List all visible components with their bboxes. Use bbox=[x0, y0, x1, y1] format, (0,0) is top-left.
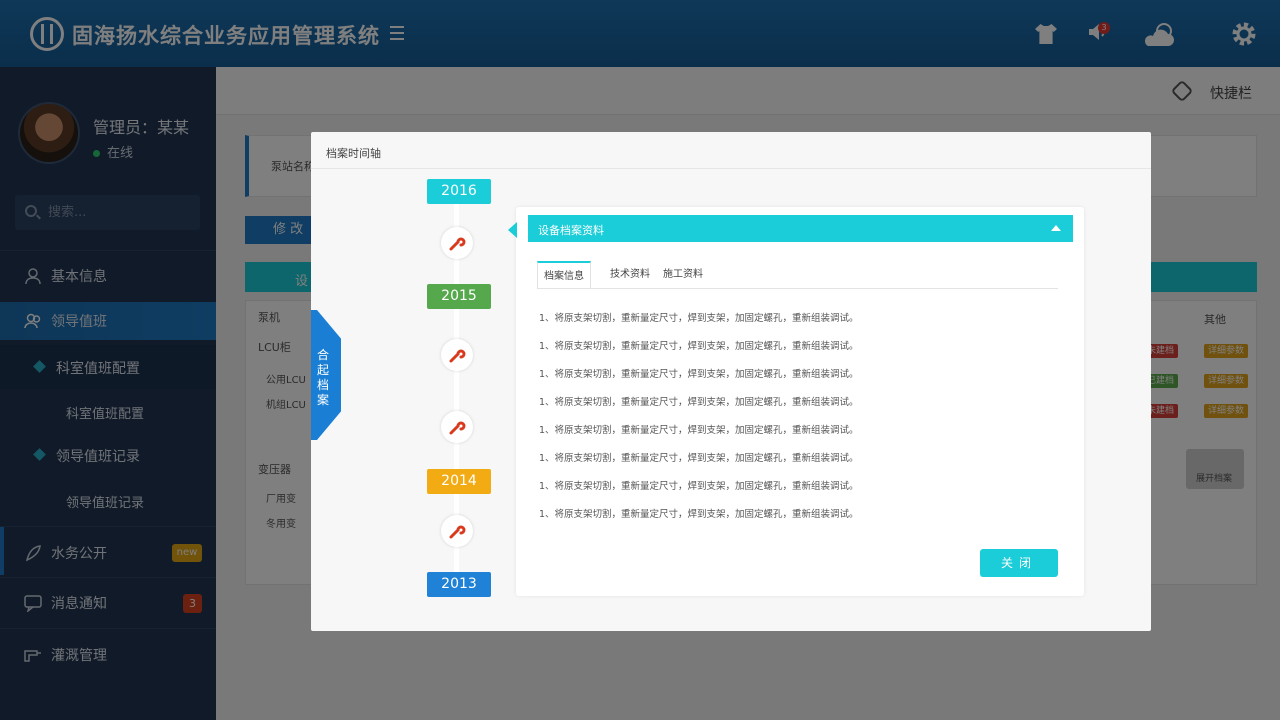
wrench-icon[interactable] bbox=[441, 339, 473, 371]
panel-header[interactable]: 设备档案资料 bbox=[528, 215, 1073, 242]
archive-line: 1、将原支架切割，重新量定尺寸，焊到支架，加固定螺孔，重新组装调试。 bbox=[539, 369, 859, 380]
wrench-icon[interactable] bbox=[441, 411, 473, 443]
tab-technical[interactable]: 技术资料 bbox=[605, 261, 655, 289]
modal-title: 档案时间轴 bbox=[326, 147, 381, 160]
tab-construction[interactable]: 施工资料 bbox=[658, 261, 708, 289]
caret-up-icon[interactable] bbox=[1051, 225, 1061, 231]
year-2014[interactable]: 2014 bbox=[427, 469, 491, 494]
archive-line: 1、将原支架切割，重新量定尺寸，焊到支架，加固定螺孔，重新组装调试。 bbox=[539, 453, 859, 464]
archive-line: 1、将原支架切割，重新量定尺寸，焊到支架，加固定螺孔，重新组装调试。 bbox=[539, 509, 859, 520]
tab-archive-info[interactable]: 档案信息 bbox=[537, 261, 591, 289]
close-button[interactable]: 关闭 bbox=[980, 549, 1058, 577]
panel-pointer bbox=[508, 222, 517, 238]
collapse-archive-label: 合起档案 bbox=[317, 348, 330, 407]
wrench-icon[interactable] bbox=[441, 515, 473, 547]
archive-line: 1、将原支架切割，重新量定尺寸，焊到支架，加固定螺孔，重新组装调试。 bbox=[539, 313, 859, 324]
archive-line: 1、将原支架切割，重新量定尺寸，焊到支架，加固定螺孔，重新组装调试。 bbox=[539, 397, 859, 408]
panel-title: 设备档案资料 bbox=[538, 224, 604, 237]
archive-line: 1、将原支架切割，重新量定尺寸，焊到支架，加固定螺孔，重新组装调试。 bbox=[539, 341, 859, 352]
year-2013[interactable]: 2013 bbox=[427, 572, 491, 597]
archive-line: 1、将原支架切割，重新量定尺寸，焊到支架，加固定螺孔，重新组装调试。 bbox=[539, 481, 859, 492]
year-2016[interactable]: 2016 bbox=[427, 179, 491, 204]
archive-line: 1、将原支架切割，重新量定尺寸，焊到支架，加固定螺孔，重新组装调试。 bbox=[539, 425, 859, 436]
year-2015[interactable]: 2015 bbox=[427, 284, 491, 309]
wrench-icon[interactable] bbox=[441, 227, 473, 259]
